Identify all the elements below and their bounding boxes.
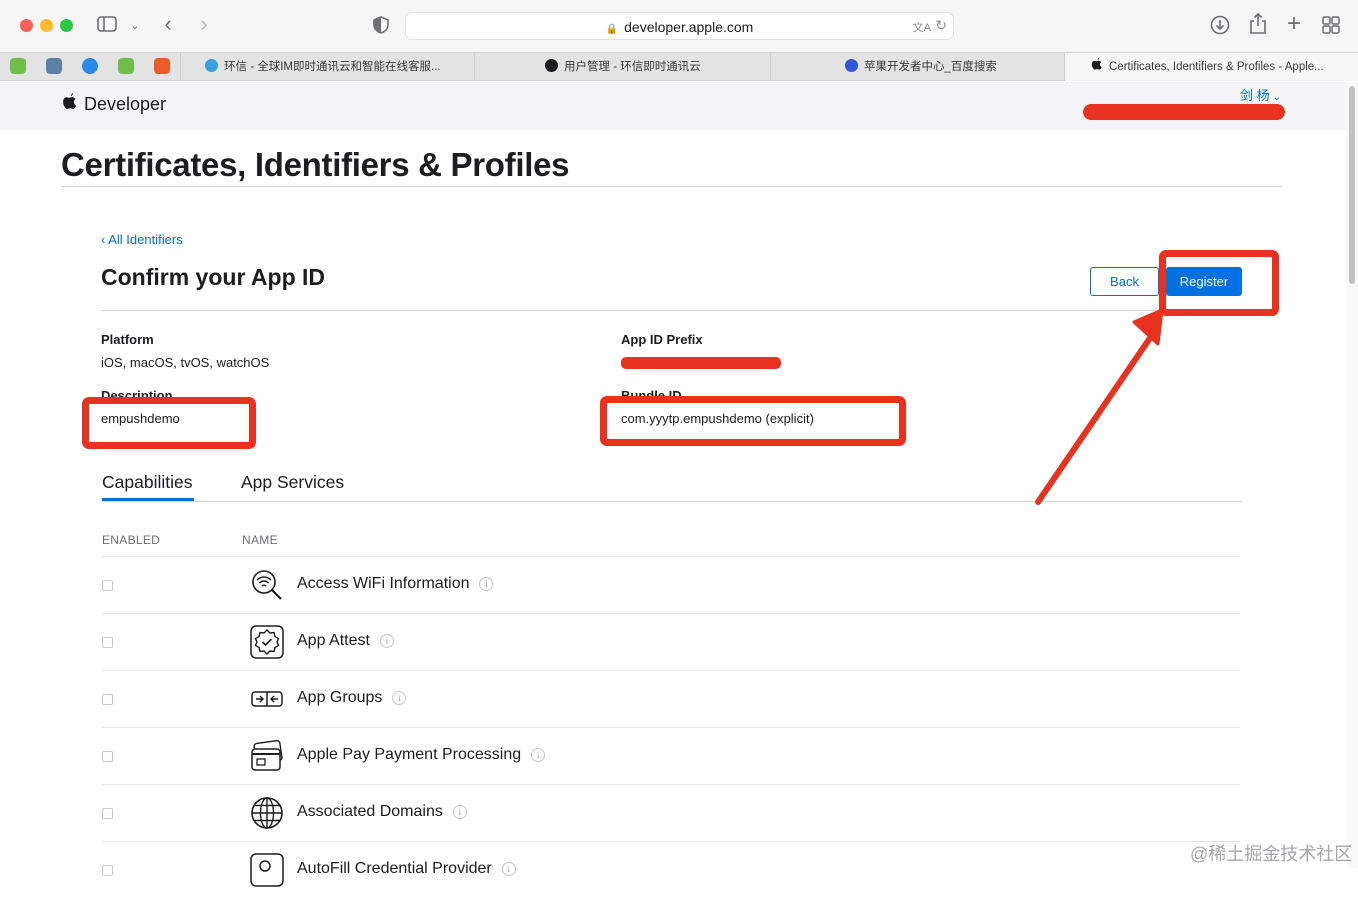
capability-name: Access WiFi Information i: [297, 575, 494, 593]
forward-nav-icon[interactable]: ›: [196, 13, 212, 35]
wifi-search-icon: [250, 568, 284, 602]
credit-card-icon: [250, 739, 284, 773]
apple-logo-icon: [1091, 54, 1103, 81]
capability-name: Apple Pay Payment Processing i: [297, 746, 546, 764]
reload-icon[interactable]: ↻: [935, 17, 947, 34]
tab-overview-icon[interactable]: [1321, 16, 1341, 38]
info-icon[interactable]: i: [379, 634, 394, 648]
info-icon[interactable]: i: [452, 805, 467, 819]
downloads-icon[interactable]: [1209, 15, 1231, 39]
chevron-down-icon[interactable]: ⌄: [128, 16, 142, 36]
platform-value: iOS, macOS, tvOS, watchOS: [101, 355, 270, 370]
sidebar-toggle-icon[interactable]: [96, 16, 118, 36]
platform-label: Platform: [101, 332, 154, 347]
bookmark-favicon-3[interactable]: [82, 58, 98, 74]
chevron-down-icon: ⌄: [1272, 92, 1282, 103]
confirm-heading: Confirm your App ID: [101, 264, 326, 290]
info-icon[interactable]: i: [479, 577, 494, 591]
tab-capabilities[interactable]: Capabilities: [102, 472, 192, 493]
bundle-id-highlight-box: [600, 396, 906, 446]
redaction-mark: [621, 357, 781, 369]
tab-favicon-icon: [205, 59, 218, 72]
tab-bar: 环信 - 全球IM即时通讯云和智能在线客服... 用户管理 - 环信即时通讯云 …: [0, 52, 1358, 81]
enabled-checkbox[interactable]: [102, 808, 113, 819]
table-row: AutoFill Credential Provider i: [102, 841, 1240, 898]
enabled-checkbox[interactable]: [102, 751, 113, 762]
globe-icon: [250, 796, 284, 830]
col-name-header: NAME: [242, 533, 278, 547]
tab-favicon-icon: [545, 59, 558, 72]
table-row: App Attest i: [102, 613, 1240, 670]
back-button[interactable]: Back: [1090, 267, 1159, 296]
watermark: @稀土掘金技术社区: [1190, 844, 1353, 864]
bookmark-favicon-4[interactable]: [118, 58, 134, 74]
table-row: Associated Domains i: [102, 784, 1240, 841]
back-nav-icon[interactable]: ‹: [160, 13, 176, 35]
autofill-icon: [250, 853, 284, 887]
browser-tab[interactable]: 苹果开发者中心_百度搜索: [770, 53, 1064, 81]
address-bar[interactable]: 🔒 developer.apple.com 文A ↻: [405, 12, 954, 40]
redaction-mark: [1083, 104, 1285, 120]
share-icon[interactable]: [1247, 12, 1269, 39]
developer-brand[interactable]: Developer: [84, 94, 166, 115]
privacy-shield-icon[interactable]: [372, 16, 390, 38]
app-id-prefix-label: App ID Prefix: [621, 332, 703, 347]
enabled-checkbox[interactable]: [102, 637, 113, 648]
capability-name: AutoFill Credential Provider i: [297, 860, 516, 878]
capability-name: App Groups i: [297, 689, 407, 707]
badge-check-icon: [250, 625, 284, 659]
browser-tab[interactable]: 环信 - 全球IM即时通讯云和智能在线客服...: [180, 53, 474, 81]
page-scrollbar[interactable]: [1346, 82, 1358, 868]
table-row: Access WiFi Information i: [102, 556, 1240, 613]
enabled-checkbox[interactable]: [102, 580, 113, 591]
close-window-button[interactable]: [20, 19, 33, 32]
table-row: Apple Pay Payment Processing i: [102, 727, 1240, 784]
enabled-checkbox[interactable]: [102, 865, 113, 876]
lock-icon: 🔒: [605, 24, 619, 35]
table-row: App Groups i: [102, 670, 1240, 727]
minimize-window-button[interactable]: [40, 19, 53, 32]
browser-toolbar: ⌄ ‹ › 🔒 developer.apple.com 文A ↻ +: [0, 0, 1358, 52]
title-divider: [61, 186, 1282, 187]
info-icon[interactable]: i: [501, 862, 516, 876]
url-text: developer.apple.com: [624, 19, 754, 35]
user-menu[interactable]: 剑 杨 ⌄: [1240, 85, 1281, 104]
col-enabled-header: ENABLED: [102, 533, 161, 547]
browser-tab[interactable]: 用户管理 - 环信即时通讯云: [474, 53, 770, 81]
browser-tab-active[interactable]: Certificates, Identifiers & Profiles - A…: [1064, 53, 1358, 81]
capability-name: Associated Domains i: [297, 803, 467, 821]
new-tab-icon[interactable]: +: [1283, 12, 1305, 36]
description-highlight-box: [82, 397, 256, 449]
translate-icon[interactable]: 文A: [913, 19, 931, 35]
tab-app-services[interactable]: App Services: [241, 472, 344, 493]
bookmark-favicon-2[interactable]: [46, 58, 62, 74]
info-icon[interactable]: i: [531, 748, 546, 762]
scrollbar-thumb[interactable]: [1349, 86, 1355, 284]
zoom-window-button[interactable]: [60, 19, 73, 32]
tab-favicon-icon: [845, 59, 858, 72]
app-groups-icon: [250, 682, 284, 716]
enabled-checkbox[interactable]: [102, 694, 113, 705]
all-identifiers-link[interactable]: ‹ All Identifiers: [101, 232, 183, 247]
apple-logo-icon[interactable]: [62, 92, 78, 116]
bookmark-favicon-5[interactable]: [154, 58, 170, 74]
page-title: Certificates, Identifiers & Profiles: [61, 146, 570, 183]
bookmark-favicon-1[interactable]: [10, 58, 26, 74]
info-icon[interactable]: i: [392, 691, 407, 705]
capability-name: App Attest i: [297, 632, 394, 650]
annotation-arrow-icon: [1035, 308, 1164, 505]
